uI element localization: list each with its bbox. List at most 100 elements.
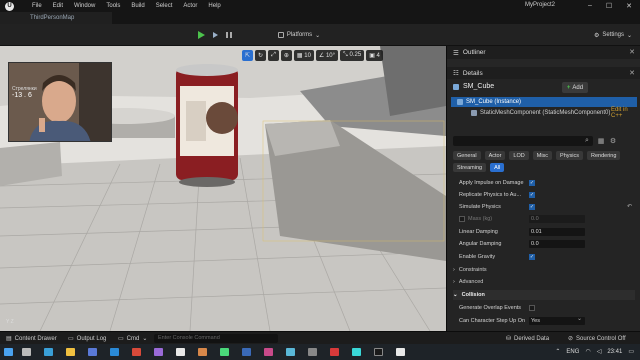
app-icon[interactable] (396, 348, 405, 356)
app-icon[interactable] (198, 348, 207, 356)
menu-help[interactable]: Help (208, 3, 220, 9)
console-input[interactable]: Enter Console Command (154, 334, 278, 343)
platforms-button[interactable]: Platforms ⌄ (276, 29, 322, 41)
can-step-up-select[interactable]: Yes (529, 315, 585, 325)
section-constraints[interactable]: › Constraints (453, 265, 635, 275)
content-drawer-button[interactable]: ▤ Content Drawer (6, 335, 57, 343)
stop-icon[interactable] (224, 29, 234, 41)
menu-window[interactable]: Window (74, 3, 95, 9)
wifi-icon[interactable]: ◠ (585, 348, 590, 355)
tab-general[interactable]: General (453, 151, 481, 160)
settings-button[interactable]: ⚙ Settings ⌄ (590, 29, 636, 41)
source-control-button[interactable]: ⊘ Source Control Off (568, 335, 626, 343)
scale-snap-button[interactable]: ⤡ 0.25 (340, 49, 365, 61)
rotate-mode-button[interactable]: ↻ (255, 49, 267, 61)
component-tree-instance[interactable]: SM_Cube (Instance) (451, 97, 637, 107)
section-collision[interactable]: ⌄ Collision (453, 290, 635, 300)
reset-arrow-icon[interactable]: ↶ (627, 203, 632, 210)
notification-icon[interactable]: ▭ (628, 348, 634, 355)
section-advanced[interactable]: › Advanced (453, 277, 635, 287)
edge-icon[interactable] (44, 348, 53, 356)
clock[interactable]: 23:41 (607, 349, 622, 355)
tab-misc[interactable]: Misc (532, 151, 553, 160)
rotation-snap-button[interactable]: ∠ 10° (315, 49, 339, 61)
menu-build[interactable]: Build (131, 3, 144, 9)
app-icon[interactable] (308, 348, 317, 356)
unreal-logo-icon[interactable]: U (5, 1, 14, 11)
cmd-button[interactable]: ▭ Cmd ⌄ (118, 335, 147, 343)
linear-damping-input[interactable]: 0.01 (529, 227, 585, 236)
cube-icon (457, 99, 463, 105)
maximize-button[interactable]: ☐ (606, 2, 612, 10)
menu-actor[interactable]: Actor (183, 3, 197, 9)
prop-mass: Mass (kg) 0.0 (459, 213, 635, 224)
tab-all[interactable]: All (490, 163, 505, 172)
enable-gravity-checkbox[interactable]: ✓ (529, 253, 535, 260)
app-icon[interactable] (132, 348, 141, 356)
tab-actor[interactable]: Actor (484, 151, 506, 160)
app-icon[interactable] (264, 348, 273, 356)
details-header[interactable]: ☷ Details ✕ (446, 67, 640, 79)
tab-lod[interactable]: LOD (509, 151, 529, 160)
component-tree-static-mesh[interactable]: StaticMeshComponent (StaticMeshComponent… (451, 107, 637, 119)
settings-gear-icon[interactable]: ⚙ (609, 137, 617, 145)
property-matrix-icon[interactable]: ▦ (597, 137, 605, 145)
outliner-panel[interactable] (446, 59, 640, 67)
output-log-button[interactable]: ▭ Output Log (68, 335, 106, 343)
details-search-input[interactable]: ⌕ (453, 135, 593, 146)
prop-replicate-physics: Replicate Physics to Au... ✓ (459, 189, 635, 200)
search-icon[interactable] (22, 348, 31, 356)
mass-input[interactable]: 0.0 (529, 214, 585, 223)
app-icon[interactable] (220, 348, 229, 356)
source-control-icon: ⊘ (568, 336, 574, 342)
generate-overlap-checkbox[interactable] (529, 304, 535, 311)
section-label: Collision (461, 292, 485, 298)
world-local-button[interactable]: ⊕ (280, 49, 292, 61)
tab-streaming[interactable]: Streaming (453, 163, 487, 172)
angular-damping-input[interactable]: 0.0 (529, 239, 585, 248)
windows-start-icon[interactable] (4, 348, 13, 356)
camera-speed-button[interactable]: ▣ 4 (366, 49, 383, 61)
menu-tools[interactable]: Tools (106, 3, 120, 9)
grid-snap-button[interactable]: ▦ 10 (293, 49, 314, 61)
scale-mode-button[interactable]: ⤢ (268, 49, 279, 61)
minimize-button[interactable]: – (588, 2, 592, 10)
tab-physics[interactable]: Physics (556, 151, 583, 160)
webcam-image (9, 63, 111, 141)
derived-data-button[interactable]: ⛁ Derived Data (506, 335, 549, 343)
apply-impulse-checkbox[interactable]: ✓ (529, 179, 535, 186)
details-close-icon[interactable]: ✕ (629, 69, 635, 77)
app-icon[interactable] (330, 348, 339, 356)
app-icon[interactable] (154, 348, 163, 356)
app-icon[interactable] (352, 348, 361, 356)
language-indicator[interactable]: ENG (566, 349, 579, 355)
file-explorer-icon[interactable] (66, 348, 75, 356)
play-icon[interactable] (196, 29, 206, 41)
actor-name[interactable]: SM_Cube (463, 83, 494, 90)
add-label: Add (572, 84, 584, 91)
select-mode-button[interactable]: ⇱ (242, 49, 254, 61)
tab-rendering[interactable]: Rendering (587, 151, 621, 160)
app-icon[interactable] (286, 348, 295, 356)
simulate-physics-checkbox[interactable]: ✓ (529, 203, 535, 210)
step-icon[interactable] (210, 29, 220, 41)
mail-icon[interactable] (110, 348, 119, 356)
close-button[interactable]: ✕ (626, 2, 632, 10)
unreal-taskbar-icon[interactable] (374, 348, 383, 356)
edit-in-cpp-link[interactable]: Edit in C++ (611, 107, 637, 119)
volume-icon[interactable]: ◁ (597, 348, 602, 355)
mass-override-checkbox[interactable] (459, 215, 465, 222)
chevron-up-icon[interactable]: ⌃ (555, 348, 560, 355)
level-viewport[interactable]: Стрелянки -13 . 6 ⇱ ↻ ⤢ ⊕ ▦ 10 ∠ 10° ⤡ 0… (0, 46, 446, 331)
store-icon[interactable] (88, 348, 97, 356)
app-icon[interactable] (242, 348, 251, 356)
add-component-button[interactable]: + Add (562, 82, 588, 93)
outliner-header[interactable]: ☰ Outliner ✕ (446, 46, 640, 59)
app-icon[interactable] (176, 348, 185, 356)
outliner-close-icon[interactable]: ✕ (629, 48, 635, 56)
menu-edit[interactable]: Edit (53, 3, 63, 9)
menu-file[interactable]: File (32, 3, 42, 9)
replicate-physics-checkbox[interactable]: ✓ (529, 191, 535, 198)
level-tab[interactable]: ThirdPersonMap (0, 12, 112, 24)
menu-select[interactable]: Select (156, 3, 173, 9)
